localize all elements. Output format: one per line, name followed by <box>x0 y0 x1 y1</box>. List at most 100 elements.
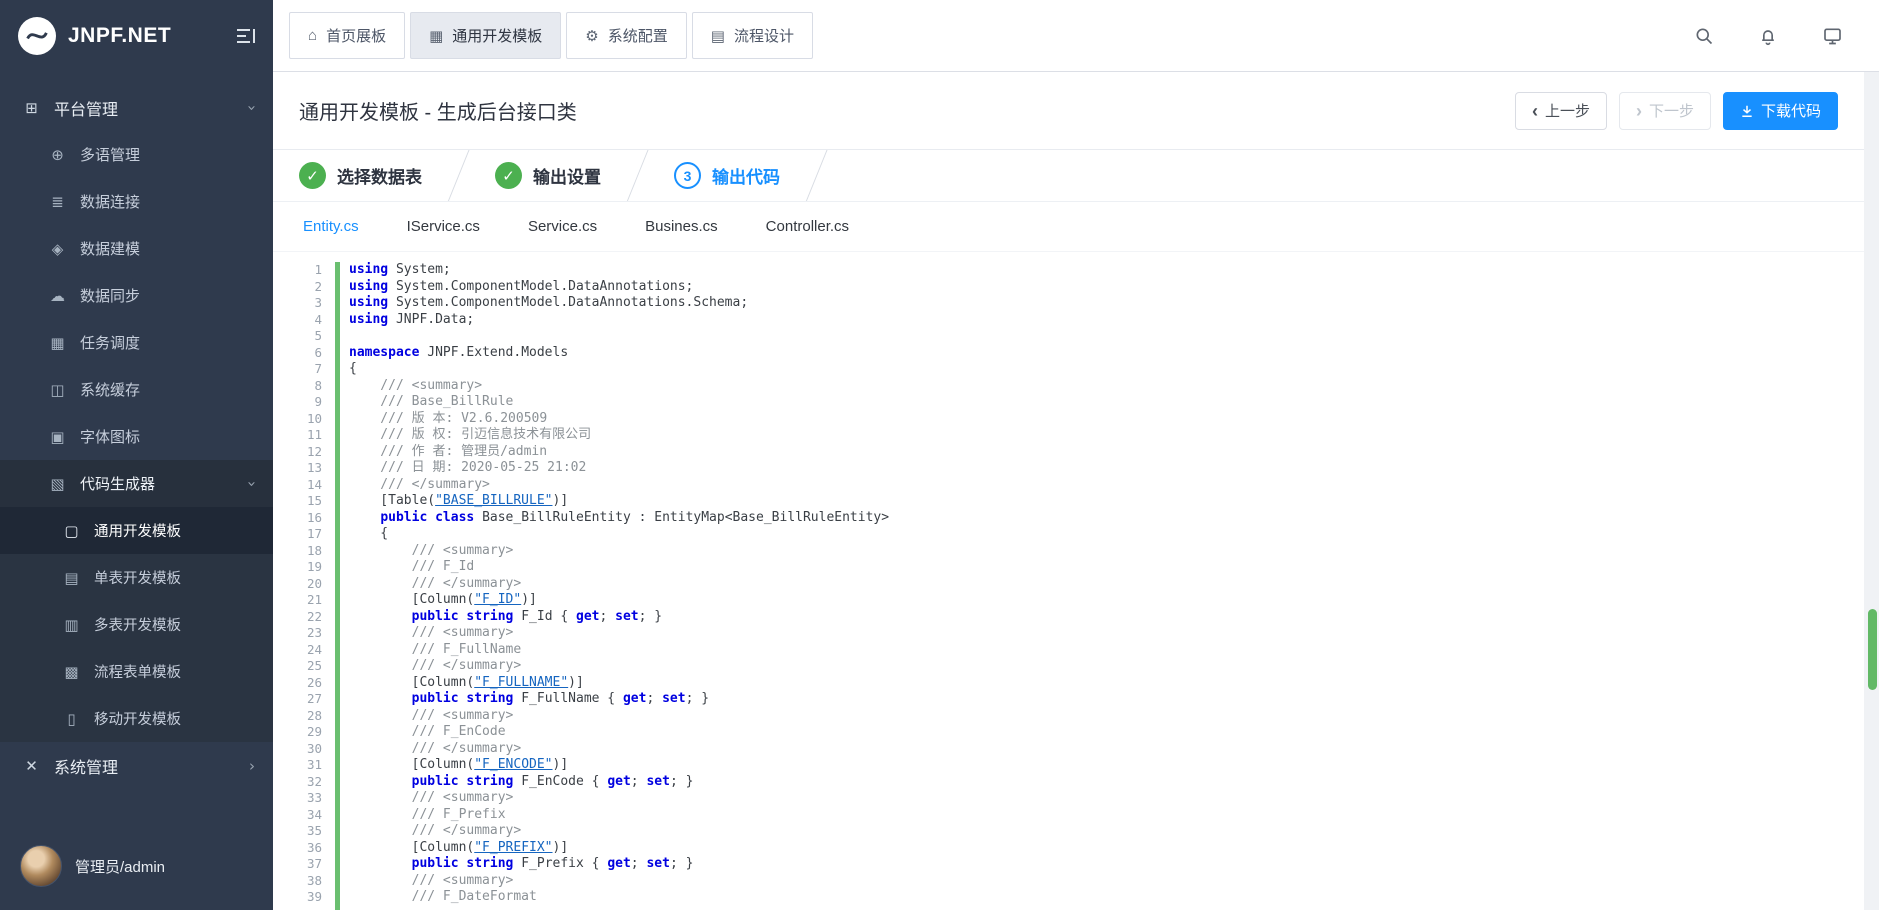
code-line: /// 版 本: V2.6.200509 <box>349 410 548 426</box>
sidebar-item-label: 通用开发模板 <box>94 524 181 540</box>
code-line: public string F_Prefix { get; set; } <box>411 856 694 871</box>
task-scheduler-icon: ▦ <box>50 334 65 352</box>
notifications-bell-icon[interactable] <box>1758 26 1778 46</box>
sidebar-item-label: 系统管理 <box>54 759 119 777</box>
sidebar-item-system-management[interactable]: ✕ 系统管理 › <box>0 742 273 789</box>
page-tab-home-dashboard[interactable]: ⌂ 首页展板 <box>289 12 406 59</box>
sidebar-item-task-scheduler[interactable]: ▦ 任务调度 <box>0 319 273 366</box>
code-tab-controller-cs[interactable]: Controller.cs <box>766 218 849 235</box>
line-number: 8 <box>314 377 322 393</box>
user-profile[interactable]: 管理员/admin <box>0 822 273 910</box>
page-title: 通用开发模板 - 生成后台接口类 <box>299 102 577 124</box>
sidebar-item-multi-language[interactable]: ⊕ 多语管理 <box>0 131 273 178</box>
sidebar-item-label: 数据同步 <box>80 288 141 305</box>
sidebar-item-code-generator[interactable]: ▧ 代码生成器 › <box>0 460 273 507</box>
code-line: /// F_DateFormat <box>349 889 537 904</box>
search-icon[interactable] <box>1694 26 1714 46</box>
line-number: 2 <box>314 278 322 294</box>
wizard-steps: ✓ 选择数据表 ✓ 输出设置 3 输出代码 <box>273 150 1864 202</box>
sidebar-item-multi-table-template[interactable]: ▥ 多表开发模板 <box>0 601 273 648</box>
page-tab-system-config[interactable]: ⚙ 系统配置 <box>566 12 687 59</box>
sidebar-item-system-cache[interactable]: ◫ 系统缓存 <box>0 366 273 413</box>
line-number-gutter: 1 2 3 4 5 6 7 8 9 10 11 12 13 14 15 16 17 18 19 20 21 22 23 24 2… <box>273 262 335 910</box>
code-tab-service-cs[interactable]: Service.cs <box>528 218 597 235</box>
code-line: namespace JNPF.Extend.Models <box>349 344 569 360</box>
code-line: /// <summary> <box>349 625 514 640</box>
page-tab-label: 通用开发模板 <box>452 28 543 45</box>
messages-icon[interactable] <box>1822 26 1843 46</box>
code-line: /// </summary> <box>349 823 522 838</box>
next-step-button[interactable]: › 下一步 <box>1618 91 1711 130</box>
code-line: /// <summary> <box>349 542 514 558</box>
line-number: 13 <box>306 460 322 475</box>
scrollbar-thumb[interactable] <box>1868 609 1877 690</box>
general-dev-template-icon: ▢ <box>64 522 79 540</box>
sidebar-item-data-sync[interactable]: ☁ 数据同步 <box>0 272 273 319</box>
page-tab-general-dev-template[interactable]: ▦ 通用开发模板 <box>410 12 562 59</box>
page-tab-flow-design[interactable]: ▤ 流程设计 <box>691 12 813 59</box>
sidebar-item-label: 任务调度 <box>80 335 141 352</box>
line-number: 31 <box>306 757 322 772</box>
code-file-tabs: Entity.cs IService.cs Service.cs Busines.cs… <box>273 202 1864 252</box>
code-tab-busines-cs[interactable]: Busines.cs <box>645 218 718 235</box>
prev-step-button[interactable]: ‹ 上一步 <box>1514 91 1607 130</box>
data-sync-icon: ☁ <box>50 287 65 305</box>
line-number: 35 <box>306 823 322 838</box>
sidebar-item-single-table-template[interactable]: ▤ 单表开发模板 <box>0 554 273 601</box>
sidebar-item-font-icons[interactable]: ▣ 字体图标 <box>0 413 273 460</box>
sidebar-item-label: 系统缓存 <box>80 382 141 399</box>
page-scrollbar[interactable] <box>1868 73 1877 910</box>
line-number: 34 <box>306 806 322 822</box>
sidebar-item-platform-management[interactable]: ⊞ 平台管理 › <box>0 84 273 131</box>
line-number: 38 <box>306 872 322 888</box>
code-line: /// </summary> <box>349 575 522 591</box>
line-number: 7 <box>314 361 322 376</box>
data-connection-icon: ≣ <box>51 193 64 211</box>
line-number: 14 <box>306 476 322 492</box>
sidebar-item-general-dev-template[interactable]: ▢ 通用开发模板 <box>0 507 273 554</box>
wizard-step[interactable]: ✓ 输出设置 <box>495 162 637 189</box>
sidebar-item-label: 数据建模 <box>80 241 141 258</box>
download-icon <box>1742 105 1752 117</box>
font-icons-icon: ▣ <box>50 428 65 446</box>
line-number: 16 <box>306 509 322 525</box>
code-editor[interactable]: 1 2 3 4 5 6 7 8 9 10 11 12 13 14 15 16 17 18 19 20 21 22 23 24 2… <box>273 252 1864 910</box>
code-line: using System.ComponentModel.DataAnnotati… <box>349 295 749 310</box>
line-number: 28 <box>306 707 322 723</box>
code-line: public string F_FullName { get; set; } <box>411 691 710 706</box>
chevron-right-icon: › <box>1635 100 1642 121</box>
wizard-actions: ‹ 上一步 › 下一步 下载代码 <box>1514 91 1838 130</box>
line-number: 27 <box>306 691 322 706</box>
collapse-sidebar-icon[interactable] <box>235 27 257 45</box>
line-number: 12 <box>306 443 322 459</box>
mobile-dev-template-icon: ▯ <box>67 710 76 728</box>
wizard-step[interactable]: 3 输出代码 <box>674 162 816 189</box>
platform-management-icon: ⊞ <box>25 99 38 117</box>
code-line: using JNPF.Data; <box>349 311 475 327</box>
sidebar-item-data-connection[interactable]: ≣ 数据连接 <box>0 178 273 225</box>
sidebar-item-flow-form-template[interactable]: ▩ 流程表单模板 <box>0 648 273 695</box>
sidebar-item-mobile-dev-template[interactable]: ▯ 移动开发模板 <box>0 695 273 742</box>
code-line: [Column("F_FULLNAME")] <box>349 674 584 690</box>
code-line: [Column("F_ENCODE")] <box>349 757 569 772</box>
code-generator-icon: ▧ <box>50 475 65 493</box>
line-number: 6 <box>314 344 322 360</box>
sidebar: JNPF.NET ⊞ 平台管理 › ⊕ 多语管理 ≣ 数据连接 ◈ 数据建模 ☁ 数据同步 ▦ 任务调度… <box>0 0 273 910</box>
chevron-right-icon: › <box>249 756 255 775</box>
line-number: 32 <box>306 773 322 789</box>
line-number: 22 <box>306 608 322 624</box>
sidebar-item-data-modeling[interactable]: ◈ 数据建模 <box>0 225 273 272</box>
open-page-tabs: ⌂ 首页展板 ▦ 通用开发模板 ⚙ 系统配置 ▤ 流程设计 <box>289 12 813 59</box>
code-line: /// 日 期: 2020-05-25 21:02 <box>349 460 587 475</box>
download-code-button[interactable]: 下载代码 <box>1722 91 1838 130</box>
line-number: 37 <box>306 856 322 871</box>
step-number: 3 <box>674 162 701 189</box>
wizard-step[interactable]: ✓ 选择数据表 <box>299 162 458 189</box>
code-tab-iservice-cs[interactable]: IService.cs <box>407 218 480 235</box>
flow-form-template-icon: ▩ <box>64 663 79 681</box>
code-tab-entity-cs[interactable]: Entity.cs <box>303 218 359 235</box>
page-tab-label: 系统配置 <box>607 28 668 45</box>
line-number: 5 <box>314 328 322 343</box>
code-line: /// F_EnCode <box>349 724 506 739</box>
